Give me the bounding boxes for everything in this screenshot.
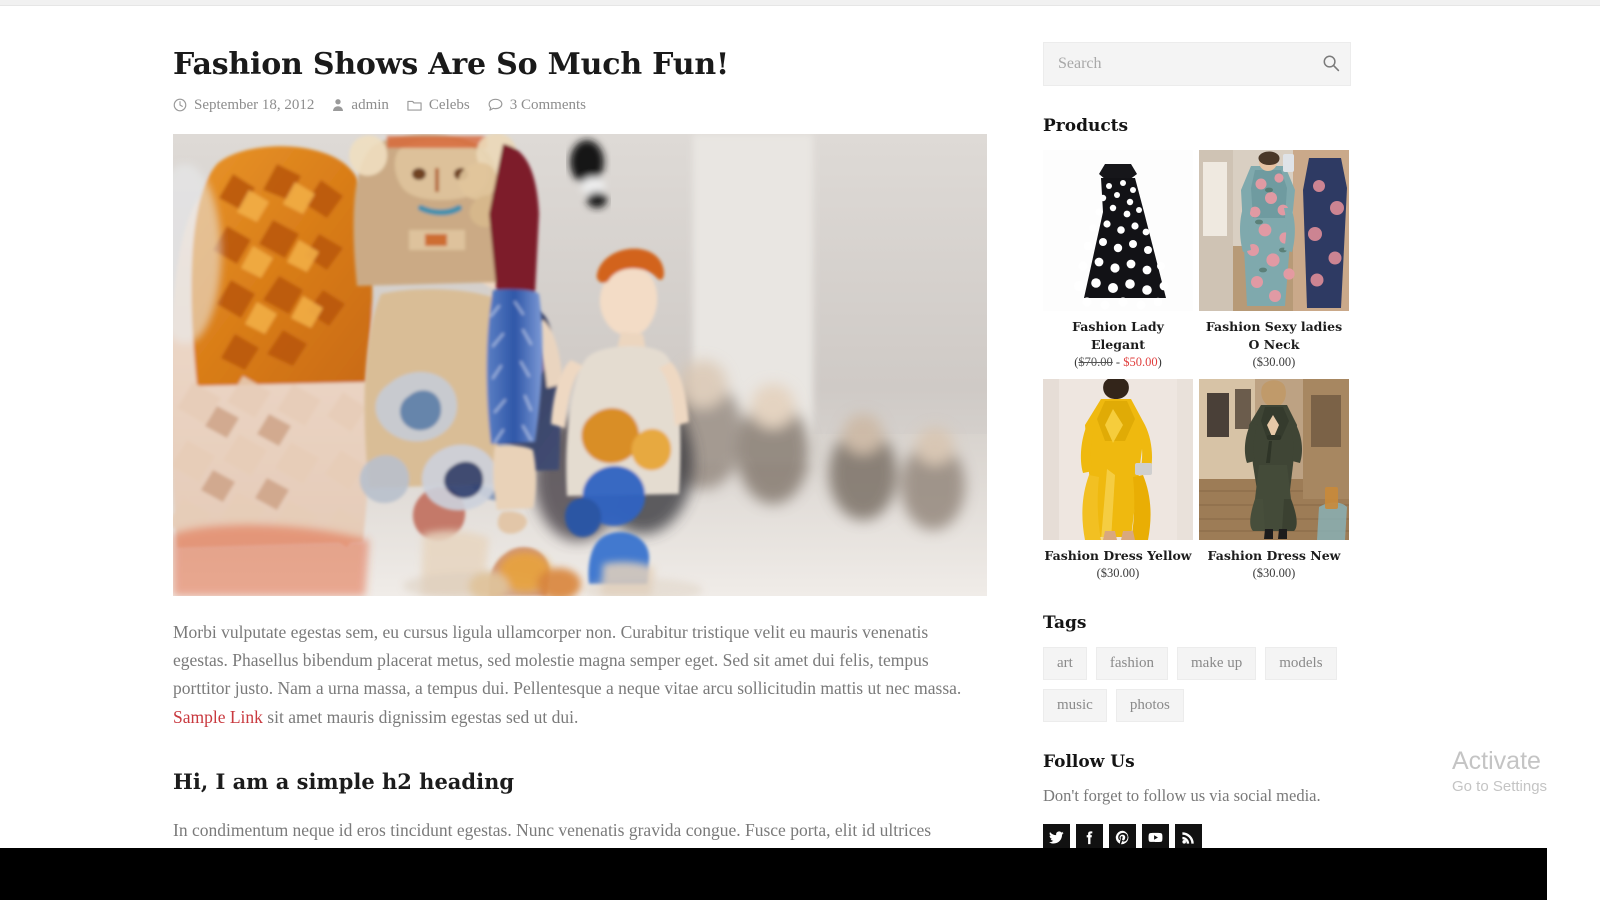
pinterest-icon[interactable] [1109,824,1136,848]
price-original: $70.00 [1078,354,1113,369]
article-content: Fashion Shows Are So Much Fun! September… [173,47,987,848]
product-image-olive-dress[interactable] [1199,379,1349,541]
tag-photos[interactable]: photos [1115,689,1184,723]
price-sale: $50.00 [1123,354,1158,369]
tags-widget-title: Tags [1043,612,1087,633]
youtube-icon[interactable] [1142,824,1169,848]
site-footer-bar [0,848,1547,900]
post-meta: September 18, 2012 admin Celebs 3 Commen… [173,97,987,114]
search-button[interactable] [1321,54,1341,74]
tag-cloud: art fashion make up models music photos [1043,646,1351,723]
product-card[interactable]: Fashion Dress New ($30.00) [1199,379,1349,583]
product-price: ($70.00 - $50.00) [1043,354,1193,372]
windows-activation-watermark: Activate Windows Go to Settings to activ… [1452,748,1547,798]
clock-icon [173,98,187,112]
comment-icon [488,98,503,112]
runway-photo [173,133,987,596]
products-widget: Products Fashion Lady Elegant ($70.00 - … [1043,116,1351,583]
meta-category-label: Celebs [428,96,470,113]
meta-author[interactable]: admin [332,97,389,114]
watermark-subtitle: Go to Settings to activate Windows. [1452,777,1547,795]
sidebar: Products [1043,42,1351,848]
meta-date-label: September 18, 2012 [194,96,315,113]
product-name: Fashion Dress Yellow [1044,548,1192,564]
product-name: Fashion Sexy ladies O Neck [1205,319,1343,352]
article-paragraph-1: Morbi vulputate egestas sem, eu cursus l… [173,618,987,731]
page-title: Fashion Shows Are So Much Fun! [173,47,729,82]
price-paren-close: ) [1157,354,1162,369]
search-input[interactable] [1043,42,1351,86]
tag-music[interactable]: music [1043,689,1107,723]
twitter-icon[interactable] [1043,824,1070,848]
product-image-yellow-dress[interactable] [1043,379,1193,541]
product-card[interactable]: Fashion Sexy ladies O Neck ($30.00) [1199,150,1349,371]
follow-us-widget: Follow Us Don't forget to follow us via … [1043,752,1351,848]
paragraph-1-text-before: Morbi vulputate egestas sem, eu cursus l… [173,621,962,699]
user-icon [332,98,344,112]
tag-models[interactable]: models [1265,646,1337,680]
page-canvas: Fashion Shows Are So Much Fun! September… [0,6,1547,848]
meta-comments-label: 3 Comments [509,96,586,113]
page-right-gutter [1547,6,1600,848]
meta-category[interactable]: Celebs [407,97,470,114]
article-paragraph-2: In condimentum neque id eros tincidunt e… [173,819,932,840]
product-image-teal-floral-dress[interactable] [1199,150,1349,311]
watermark-title: Activate Windows [1452,748,1547,775]
sample-link[interactable]: Sample Link [173,707,263,727]
follow-us-text: Don't forget to follow us via social med… [1043,786,1321,806]
meta-date: September 18, 2012 [173,97,314,114]
tag-fashion[interactable]: fashion [1095,646,1168,680]
featured-image [173,133,987,596]
product-name: Fashion Lady Elegant [1072,319,1164,352]
product-price: ($30.00) [1252,354,1296,369]
product-name: Fashion Dress New [1207,548,1341,564]
product-price: ($30.00) [1252,566,1296,580]
product-card[interactable]: Fashion Dress Yellow ($30.00) [1043,379,1193,583]
product-card[interactable]: Fashion Lady Elegant ($70.00 - $50.00) [1043,150,1193,371]
search-widget [1043,42,1351,86]
social-links [1043,824,1351,848]
search-icon [1322,55,1340,75]
meta-author-label: admin [351,96,389,113]
tag-make-up[interactable]: make up [1177,646,1257,680]
folder-icon [407,98,422,112]
product-price: ($30.00) [1096,566,1140,580]
products-grid: Fashion Lady Elegant ($70.00 - $50.00) F… [1043,150,1351,583]
tag-art[interactable]: art [1043,646,1087,680]
rss-icon[interactable] [1175,824,1202,848]
products-widget-title: Products [1043,116,1129,136]
follow-us-title: Follow Us [1043,752,1135,773]
footer-right-gutter [1547,848,1600,900]
product-image-polka-dot-dress[interactable] [1043,150,1193,311]
facebook-icon[interactable] [1076,824,1103,848]
paragraph-1-text-after: sit amet mauris dignissim egestas sed ut… [262,706,579,727]
browser-viewport: Fashion Shows Are So Much Fun! September… [0,0,1600,900]
price-separator: - [1112,354,1124,369]
tags-widget: Tags art fashion make up models music ph… [1043,613,1351,723]
article-heading-2: Hi, I am a simple h2 heading [173,768,515,794]
meta-comments[interactable]: 3 Comments [488,97,586,114]
